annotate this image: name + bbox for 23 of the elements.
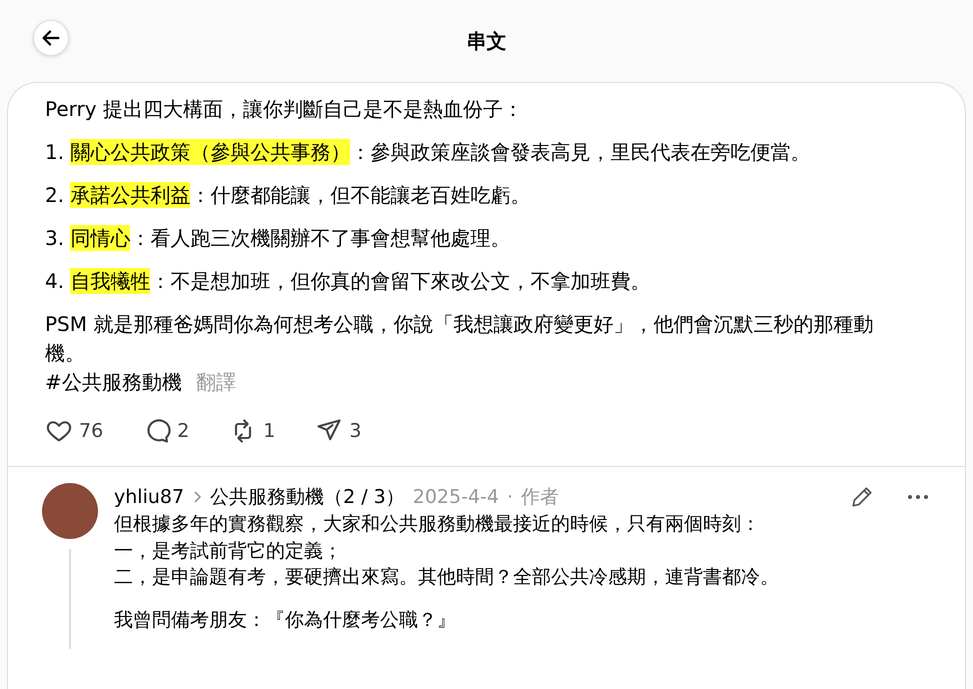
chevron-icon bbox=[192, 490, 202, 504]
username-link[interactable]: yhliu87 bbox=[114, 482, 184, 511]
list-item: 2. 承諾公共利益：什麼都能讓，但不能讓老百姓吃虧。 bbox=[45, 181, 532, 210]
page-title: 串文 bbox=[466, 28, 506, 55]
like-button[interactable]: 76 bbox=[45, 417, 104, 446]
post-date: 2025-4-4 bbox=[412, 484, 499, 510]
hashtag-link[interactable]: #公共服務動機 bbox=[45, 370, 182, 394]
reply-text-line: 二，是申論題有考，要硬擠出來寫。其他時間？全部公共冷感期，連背書都冷。 bbox=[114, 565, 780, 590]
post-paragraph: PSM 就是那種爸媽問你為何想考公職，你說「我想讓政府變更好」，他們會沉默三秒的那種動機。 bbox=[45, 311, 874, 367]
share-button[interactable]: 3 bbox=[315, 417, 362, 446]
separator-dot: · bbox=[506, 484, 514, 510]
reply-text-line: 但根據多年的實務觀察，大家和公共服務動機最接近的時候，只有兩個時刻： bbox=[114, 512, 761, 537]
reply-button[interactable]: 2 bbox=[143, 417, 190, 446]
more-button[interactable] bbox=[907, 494, 929, 500]
reply-text-line: 一，是考試前背它的定義； bbox=[114, 538, 343, 564]
post-paragraph: Perry 提出四大構面，讓你判斷自己是不是熱血份子： bbox=[45, 96, 524, 123]
thread-title-link[interactable]: 公共服務動機（2 / 3） bbox=[210, 482, 405, 511]
list-item: 1. 關心公共政策（參與公共事務）：參與政策座談會發表高見，里民代表在旁吃便當。 bbox=[45, 138, 812, 167]
author-label: 作者 bbox=[521, 484, 560, 510]
repost-button[interactable]: 1 bbox=[229, 417, 276, 446]
reply-paragraph: 我曾問備考朋友：『你為什麼考公職？』 bbox=[114, 608, 457, 633]
list-item: 4. 自我犧牲：不是想加班，但你真的會留下來改公文，不拿加班費。 bbox=[45, 267, 652, 296]
back-button[interactable] bbox=[33, 20, 69, 56]
